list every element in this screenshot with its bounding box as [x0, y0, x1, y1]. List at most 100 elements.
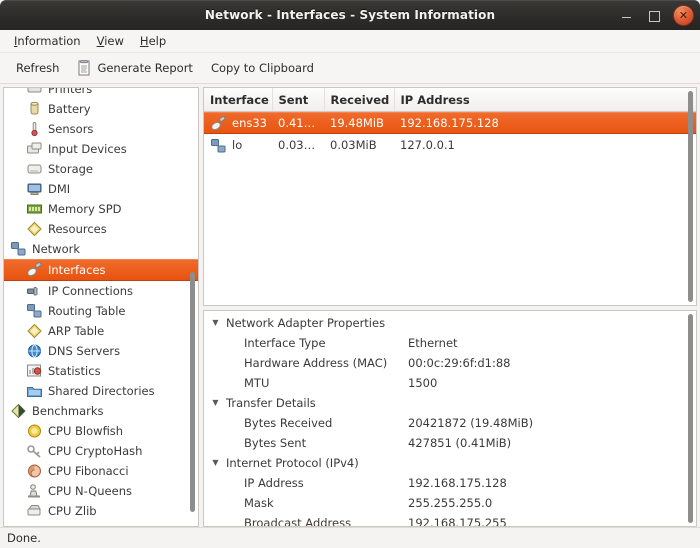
sidebar-item-dmi[interactable]: DMI: [4, 179, 198, 199]
sidebar-item-printers[interactable]: Printers: [4, 88, 198, 99]
network-icon: [26, 303, 43, 319]
chevron-down-icon[interactable]: ▼: [210, 459, 221, 467]
sidebar-item-label: DMI: [48, 182, 70, 196]
memory-icon: [26, 523, 43, 526]
details-row[interactable]: Interface TypeEthernet: [204, 333, 696, 353]
cell-received: 0.03MiB: [324, 134, 394, 156]
interface-name: lo: [232, 138, 242, 152]
list-scrollbar[interactable]: [688, 91, 693, 302]
sidebar-item-label: Printers: [48, 88, 92, 96]
title-bar[interactable]: Network - Interfaces - System Informatio…: [0, 0, 700, 30]
sidebar-scroll-area[interactable]: Printers BatterySensorsInput DevicesStora…: [4, 88, 198, 526]
details-row[interactable]: Mask255.255.255.0: [204, 493, 696, 513]
sidebar-item-cpu-blowfish[interactable]: CPU Blowfish: [4, 421, 198, 441]
details-key: Interface Type: [244, 336, 408, 350]
network-icon: [10, 241, 27, 257]
sidebar-item-cpu-zlib[interactable]: CPU Zlib: [4, 501, 198, 521]
chevron-down-icon[interactable]: ▼: [210, 319, 221, 327]
table-row[interactable]: lo0.03MiB0.03MiB127.0.0.1: [204, 134, 696, 156]
details-pane: ▼ Network Adapter Properties Interface Typ…: [203, 310, 697, 527]
table-header-row: InterfaceSentReceivedIP Address: [204, 88, 696, 112]
sidebar-item-battery[interactable]: Battery: [4, 99, 198, 119]
sidebar-item-cpu-cryptohash[interactable]: CPU CryptoHash: [4, 441, 198, 461]
minimize-button[interactable]: [617, 6, 635, 24]
sidebar-item-label: DNS Servers: [48, 344, 120, 358]
details-key: MTU: [244, 376, 408, 390]
column-header-received[interactable]: Received: [324, 88, 394, 112]
column-header-interface[interactable]: Interface: [204, 88, 272, 112]
details-row[interactable]: Bytes Sent427851 (0.41MiB): [204, 433, 696, 453]
sidebar-item-dns-servers[interactable]: DNS Servers: [4, 341, 198, 361]
details-row[interactable]: Bytes Received20421872 (19.48MiB): [204, 413, 696, 433]
cell-interface: ens33: [204, 112, 272, 134]
cell-received: 19.48MiB: [324, 112, 394, 135]
details-group-label: Network Adapter Properties: [226, 316, 385, 330]
menu-bar: Information View Help: [0, 30, 700, 53]
maximize-button[interactable]: [645, 6, 663, 24]
generate-report-button[interactable]: Generate Report: [69, 57, 201, 79]
toolbar-label: Refresh: [16, 61, 59, 75]
sidebar-item-arp-table[interactable]: ARP Table: [4, 321, 198, 341]
sidebar-item-memory-spd[interactable]: Memory SPD: [4, 199, 198, 219]
sidebar-scrollbar[interactable]: [190, 272, 195, 512]
details-scrollbar[interactable]: [688, 314, 693, 523]
close-icon[interactable]: ✕: [673, 5, 694, 26]
details-value: 192.168.175.255: [408, 516, 507, 527]
sidebar-item-shared-directories[interactable]: Shared Directories: [4, 381, 198, 401]
details-value: 192.168.175.128: [408, 476, 507, 490]
details-value: 1500: [408, 376, 437, 390]
monitor-icon: [26, 181, 43, 197]
sidebar-item-benchmarks[interactable]: Benchmarks: [4, 401, 198, 421]
menu-information[interactable]: Information: [6, 32, 89, 50]
sidebar-item-label: CPU Zlib: [48, 504, 97, 518]
table-row[interactable]: ens330.41MiB19.48MiB192.168.175.128: [204, 112, 696, 135]
compress-icon: [26, 503, 43, 519]
sidebar-item-label: CPU N-Queens: [48, 484, 132, 498]
details-group-header[interactable]: ▼ Internet Protocol (IPv4): [204, 453, 696, 473]
refresh-button[interactable]: Refresh: [8, 58, 67, 78]
report-icon: [77, 60, 92, 76]
sidebar-item-cpu-n-queens[interactable]: CPU N-Queens: [4, 481, 198, 501]
sidebar-item-input-devices[interactable]: Input Devices: [4, 139, 198, 159]
cell-interface: lo: [204, 134, 272, 156]
toolbar-label: Copy to Clipboard: [211, 61, 314, 75]
sidebar-item-storage[interactable]: Storage: [4, 159, 198, 179]
details-row[interactable]: MTU1500: [204, 373, 696, 393]
details-row[interactable]: IP Address192.168.175.128: [204, 473, 696, 493]
details-group-header[interactable]: ▼ Network Adapter Properties: [204, 313, 696, 333]
sidebar-item-fpu-fft[interactable]: FPU FFT: [4, 521, 198, 526]
memory-icon: [26, 201, 43, 217]
sidebar-item-label: Statistics: [48, 364, 101, 378]
connector-icon: [26, 283, 43, 299]
details-row[interactable]: Hardware Address (MAC)00:0c:29:6f:d1:88: [204, 353, 696, 373]
details-group-header[interactable]: ▼Transfer Details: [204, 393, 696, 413]
sidebar-item-resources[interactable]: Resources: [4, 219, 198, 239]
menu-help[interactable]: Help: [132, 32, 174, 50]
column-header-ip-address[interactable]: IP Address: [394, 88, 696, 112]
column-header-sent[interactable]: Sent: [272, 88, 324, 112]
navigation-tree: Printers BatterySensorsInput DevicesStora…: [4, 88, 198, 526]
toolbar-label: Generate Report: [97, 61, 193, 75]
status-bar: Done.: [0, 527, 700, 548]
sidebar-item-network[interactable]: Network: [4, 239, 198, 259]
details-key: Broadcast Address: [244, 516, 408, 527]
sidebar-item-routing-table[interactable]: Routing Table: [4, 301, 198, 321]
shell-icon: [26, 463, 43, 479]
details-group-label: Internet Protocol (IPv4): [226, 456, 359, 470]
details-key: Mask: [244, 496, 408, 510]
queen-icon: [26, 483, 43, 499]
sidebar-item-label: FPU FFT: [48, 524, 94, 526]
sidebar-item-ip-connections[interactable]: IP Connections: [4, 281, 198, 301]
copy-to-clipboard-button[interactable]: Copy to Clipboard: [203, 58, 322, 78]
menu-view[interactable]: View: [89, 32, 132, 50]
sidebar-item-interfaces[interactable]: Interfaces: [4, 259, 198, 281]
cell-sent: 0.41MiB: [272, 112, 324, 135]
interface-name: ens33: [232, 116, 267, 130]
sidebar-item-sensors[interactable]: Sensors: [4, 119, 198, 139]
sidebar-item-label: Routing Table: [48, 304, 126, 318]
chevron-down-icon[interactable]: ▼: [210, 399, 221, 407]
details-row[interactable]: Broadcast Address192.168.175.255: [204, 513, 696, 527]
sidebar-item-cpu-fibonacci[interactable]: CPU Fibonacci: [4, 461, 198, 481]
sidebar-item-statistics[interactable]: Statistics: [4, 361, 198, 381]
interfaces-list-pane: InterfaceSentReceivedIP Address ens33 0.4…: [203, 87, 697, 306]
